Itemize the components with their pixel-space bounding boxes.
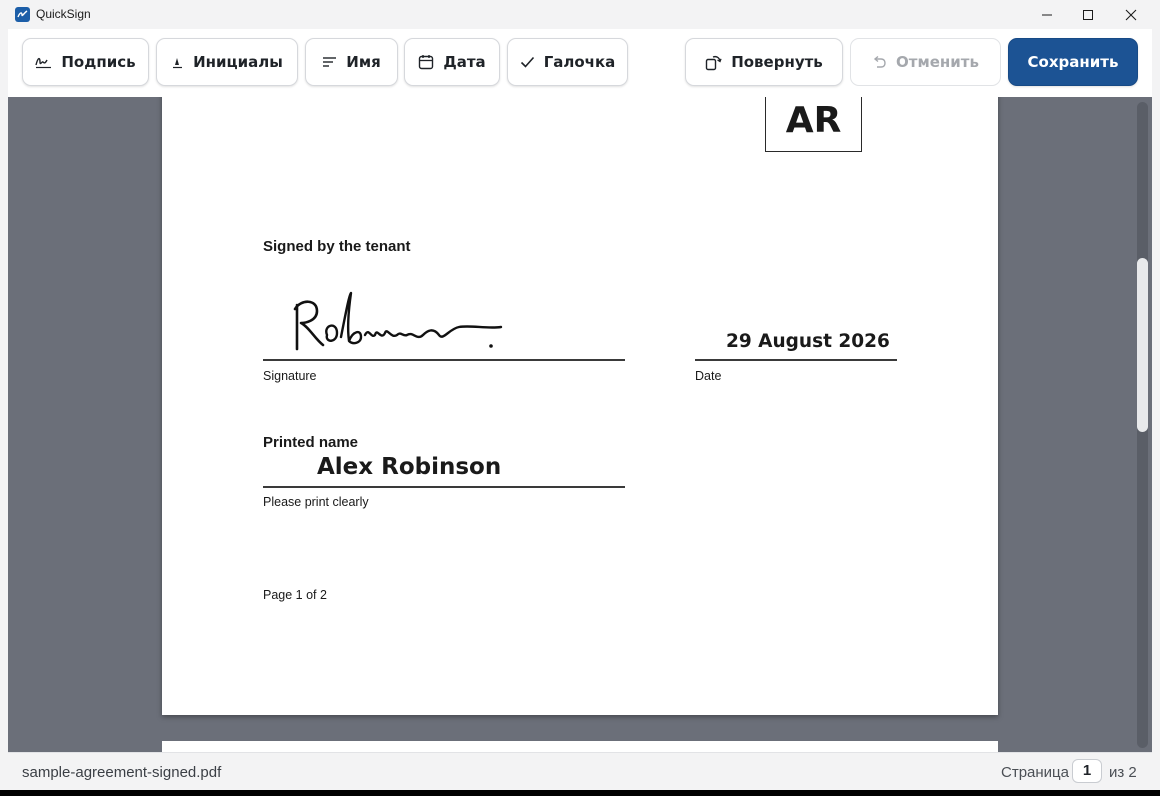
document-page-1: AR Signed by the tenant Signature 29 Aug…: [162, 97, 998, 715]
printed-name-value[interactable]: Alex Robinson: [317, 454, 501, 480]
signature-line: [263, 359, 625, 361]
rotate-icon: [705, 54, 722, 71]
window-bottom-edge: [0, 790, 1160, 796]
document-page-2: [162, 741, 998, 752]
undo-button[interactable]: Отменить: [850, 38, 1001, 86]
calendar-icon: [418, 54, 434, 70]
minimize-button[interactable]: [1025, 0, 1069, 29]
date-caption: Date: [695, 369, 722, 383]
signature-caption: Signature: [263, 369, 317, 383]
date-tool-label: Дата: [443, 53, 486, 71]
save-button[interactable]: Сохранить: [1008, 38, 1138, 86]
scrollbar-thumb[interactable]: [1137, 258, 1148, 432]
page-total-label: из 2: [1109, 764, 1137, 781]
date-tool-button[interactable]: Дата: [404, 38, 500, 86]
page-footer: Page 1 of 2: [263, 588, 327, 602]
signature-icon: [35, 55, 52, 69]
date-field-value[interactable]: 29 August 2026: [726, 331, 890, 352]
signature-tool-button[interactable]: Подпись: [22, 38, 149, 86]
app-logo-icon: [15, 7, 30, 22]
name-tool-button[interactable]: Имя: [305, 38, 398, 86]
initials-tool-label: Инициалы: [193, 53, 283, 71]
undo-icon: [872, 55, 887, 70]
close-button[interactable]: [1109, 0, 1153, 29]
printed-name-heading: Printed name: [263, 434, 359, 451]
save-label: Сохранить: [1027, 53, 1119, 71]
name-tool-label: Имя: [346, 53, 381, 71]
signature-tool-label: Подпись: [61, 53, 136, 71]
app-window: QuickSign Подпись Инициалы Имя Дата Гало…: [0, 0, 1160, 796]
date-line: [695, 359, 897, 361]
initials-text: AR: [785, 100, 842, 141]
window-title: QuickSign: [36, 7, 91, 21]
rotate-button[interactable]: Повернуть: [685, 38, 843, 86]
initials-icon: [171, 55, 184, 69]
file-name: sample-agreement-signed.pdf: [22, 764, 222, 781]
initials-tool-button[interactable]: Инициалы: [156, 38, 298, 86]
toolbar: Подпись Инициалы Имя Дата Галочка Поверн…: [8, 29, 1152, 98]
rotate-label: Повернуть: [731, 53, 823, 71]
handwritten-signature[interactable]: [287, 287, 517, 357]
status-bar: sample-agreement-signed.pdf Страница 1 и…: [8, 752, 1152, 791]
printed-name-caption: Please print clearly: [263, 495, 369, 509]
page-prefix-label: Страница: [1001, 764, 1069, 781]
initials-stamp[interactable]: AR: [765, 97, 862, 152]
printed-name-line: [263, 486, 625, 488]
maximize-button[interactable]: [1066, 0, 1110, 29]
checkmark-tool-label: Галочка: [543, 53, 616, 71]
document-viewer[interactable]: AR Signed by the tenant Signature 29 Aug…: [8, 97, 1152, 752]
page-number-input[interactable]: 1: [1072, 759, 1102, 783]
checkmark-icon: [520, 56, 535, 68]
text-lines-icon: [322, 56, 337, 68]
title-bar: QuickSign: [0, 0, 1160, 29]
undo-label: Отменить: [896, 53, 979, 71]
signed-by-heading: Signed by the tenant: [263, 238, 411, 255]
checkmark-tool-button[interactable]: Галочка: [507, 38, 628, 86]
